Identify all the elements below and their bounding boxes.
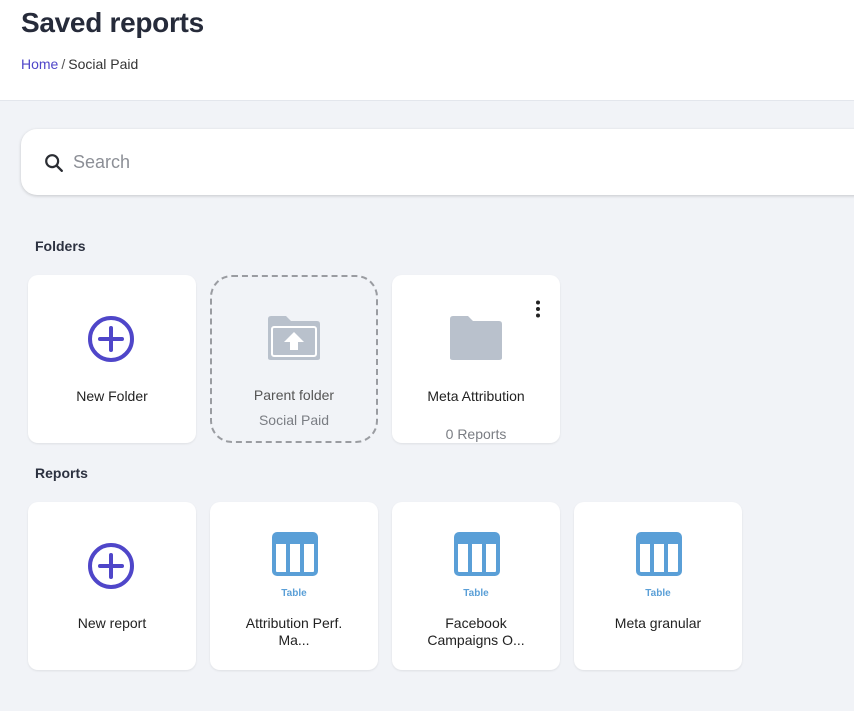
folder-card[interactable]: Meta Attribution 0 Reports [392, 275, 560, 443]
report-card[interactable]: Table Meta granular [574, 502, 742, 670]
new-report-label: New report [77, 615, 147, 631]
plus-circle-icon [88, 316, 134, 362]
breadcrumb: Home / Social Paid [21, 56, 138, 72]
breadcrumb-separator: / [61, 56, 66, 72]
report-type-tag: Table [281, 588, 307, 599]
table-icon [636, 532, 682, 576]
search-input[interactable] [73, 147, 773, 177]
folder-report-count: 0 Reports [445, 426, 507, 442]
plus-circle-icon [88, 543, 134, 589]
report-label: Meta granular [614, 615, 702, 631]
report-label: Facebook Campaigns O... [427, 615, 525, 648]
report-card[interactable]: Table Facebook Campaigns O... [392, 502, 560, 670]
report-label: Attribution Perf. Ma... [245, 615, 343, 648]
folder-up-icon [268, 316, 320, 360]
kebab-menu-icon[interactable] [530, 299, 546, 319]
search-bar[interactable] [21, 129, 854, 195]
report-card[interactable]: Table Attribution Perf. Ma... [210, 502, 378, 670]
reports-heading: Reports [35, 465, 88, 481]
report-type-tag: Table [645, 588, 671, 599]
parent-folder-card[interactable]: Parent folder Social Paid [210, 275, 378, 443]
folder-icon [450, 316, 502, 360]
page-header: Saved reports Home / Social Paid [0, 0, 854, 101]
breadcrumb-home-link[interactable]: Home [21, 56, 58, 72]
new-folder-card[interactable]: New Folder [28, 275, 196, 443]
parent-folder-sublabel: Social Paid [258, 412, 330, 428]
report-type-tag: Table [463, 588, 489, 599]
search-icon [45, 154, 63, 172]
table-icon [272, 532, 318, 576]
new-folder-label: New Folder [76, 388, 148, 404]
parent-folder-label: Parent folder [253, 387, 335, 403]
folder-label: Meta Attribution [427, 388, 525, 404]
table-icon [454, 532, 500, 576]
breadcrumb-current: Social Paid [68, 56, 139, 72]
folders-heading: Folders [35, 238, 86, 254]
page-title: Saved reports [21, 7, 204, 38]
new-report-card[interactable]: New report [28, 502, 196, 670]
